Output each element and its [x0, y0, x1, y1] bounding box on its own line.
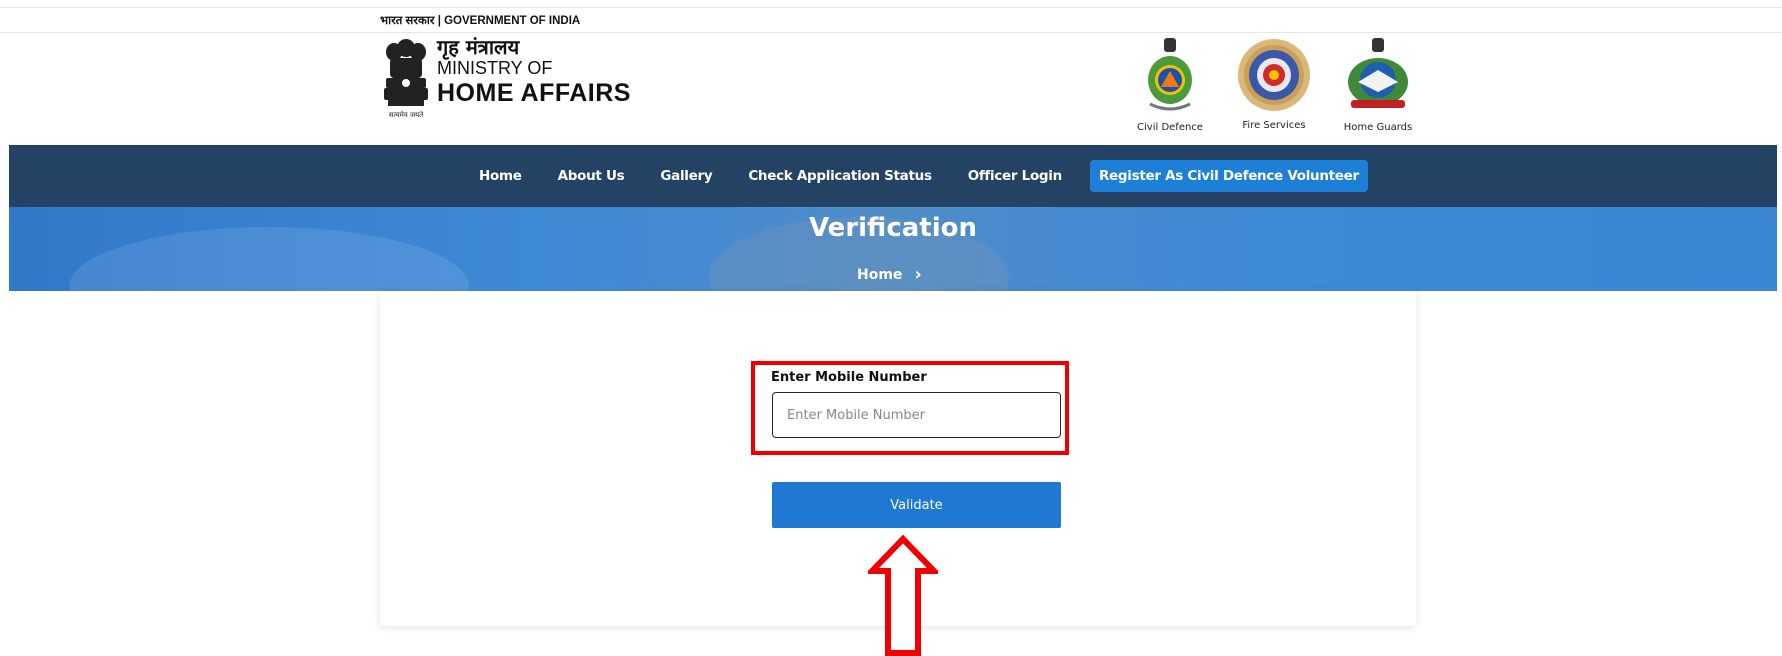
fire-services-emblem-icon [1238, 39, 1310, 111]
nav-gallery[interactable]: Gallery [660, 168, 712, 184]
validate-button[interactable]: Validate [772, 482, 1061, 528]
logo-fire-services[interactable]: Fire Services [1234, 36, 1314, 131]
top-strip: भारत सरकार | GOVERNMENT OF INDIA [0, 7, 1782, 33]
home-guards-emblem-icon [1348, 38, 1408, 108]
chevron-right-icon: › [914, 264, 922, 285]
home-affairs: HOME AFFAIRS [437, 79, 631, 107]
nav-officer-login[interactable]: Officer Login [968, 168, 1063, 184]
nav-about-us[interactable]: About Us [558, 168, 625, 184]
breadcrumb-home[interactable]: Home [857, 267, 902, 283]
page-title: Verification [808, 213, 977, 243]
breadcrumb: Home › [857, 264, 922, 285]
national-emblem-icon: सत्यमेव जयते [384, 39, 428, 119]
government-label: भारत सरकार | GOVERNMENT OF INDIA [380, 15, 581, 27]
logo-civil-defence[interactable]: Civil Defence [1130, 36, 1210, 133]
main-navbar: Home About Us Gallery Check Application … [9, 145, 1777, 207]
ministry-hindi: गृह मंत्रालय [437, 35, 520, 59]
ministry-brand[interactable]: सत्यमेव जयते गृह मंत्रालय MINISTRY OF HO… [380, 36, 670, 124]
page-banner: Verification Home › [9, 207, 1777, 291]
nav-home[interactable]: Home [479, 168, 522, 184]
ministry-of: MINISTRY OF [437, 58, 553, 78]
logo-label-fire-services: Fire Services [1242, 120, 1306, 131]
department-logos: Civil Defence Fire Services Home Guards [1130, 36, 1420, 136]
logo-label-civil-defence: Civil Defence [1137, 122, 1203, 133]
logo-home-guards[interactable]: Home Guards [1336, 36, 1420, 133]
emblem-motto: सत्यमेव जयते [389, 110, 424, 119]
register-volunteer-button[interactable]: Register As Civil Defence Volunteer [1089, 160, 1368, 192]
ministry-name: गृह मंत्रालय MINISTRY OF HOME AFFAIRS [437, 36, 631, 108]
civil-defence-emblem-icon [1148, 38, 1192, 111]
mobile-number-input[interactable] [772, 392, 1061, 438]
up-arrow-annotation-icon [868, 535, 938, 656]
nav-menu: Home About Us Gallery Check Application … [479, 159, 1368, 193]
nav-check-application-status[interactable]: Check Application Status [748, 168, 932, 184]
mobile-number-label: Enter Mobile Number [771, 370, 927, 385]
logo-label-home-guards: Home Guards [1343, 122, 1413, 133]
